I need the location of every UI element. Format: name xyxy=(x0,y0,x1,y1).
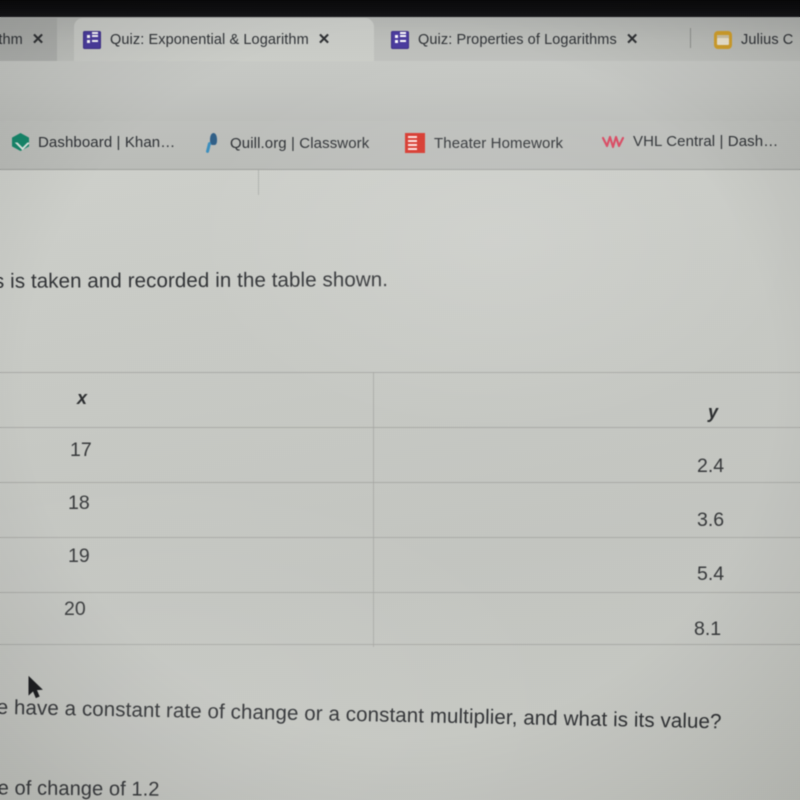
tab-close-icon[interactable]: ✕ xyxy=(626,32,639,47)
mouse-cursor xyxy=(28,675,44,700)
bookmark-label: Dashboard | Khan… xyxy=(38,133,176,151)
bookmark-label: Quill.org | Classwork xyxy=(230,134,370,152)
bookmark-quill-classwork[interactable]: Quill.org | Classwork xyxy=(205,133,369,153)
screen-photograph: ithm ✕ Quiz: Exponential & Logarithm ✕ Q… xyxy=(0,0,800,800)
table-gridline xyxy=(0,482,800,483)
vhl-icon xyxy=(601,134,625,150)
table-cell-x: 19 xyxy=(68,545,90,567)
question-prompt-text: s is taken and recorded in the table sho… xyxy=(0,268,389,293)
browser-window: ithm ✕ Quiz: Exponential & Logarithm ✕ Q… xyxy=(0,17,800,800)
tab-quiz-exponential-logarithm[interactable]: Quiz: Exponential & Logarithm ✕ xyxy=(74,18,374,61)
google-form-page: s is taken and recorded in the table sho… xyxy=(0,170,800,800)
tab-close-icon[interactable]: ✕ xyxy=(32,32,45,47)
table-gridline xyxy=(0,537,800,538)
form-card-edge xyxy=(258,170,259,195)
data-table: x y 17 18 19 20 2.4 3.6 5.4 8.1 xyxy=(0,372,800,647)
julius-icon xyxy=(714,30,732,49)
table-header-y: y xyxy=(708,402,719,422)
table-cell-x: 18 xyxy=(68,492,90,514)
tab-strip: ithm ✕ Quiz: Exponential & Logarithm ✕ Q… xyxy=(0,17,800,61)
google-forms-icon xyxy=(391,30,409,49)
table-cell-x: 17 xyxy=(70,439,92,461)
table-gridline xyxy=(0,372,800,373)
table-cell-y: 8.1 xyxy=(694,618,722,640)
question-text: le have a constant rate of change or a c… xyxy=(0,695,722,734)
table-cell-x: 20 xyxy=(64,598,86,620)
table-gridline xyxy=(0,592,800,593)
bookmark-label: VHL Central | Dash… xyxy=(633,133,779,150)
address-bar[interactable]: SfGsJWwWOJISPIva8OLXb9802-4MaOHyAf2MNHDV… xyxy=(0,61,800,164)
quill-icon xyxy=(205,133,221,153)
monitor-bezel xyxy=(0,0,800,17)
table-cell-y: 5.4 xyxy=(697,563,725,585)
table-cell-y: 2.4 xyxy=(697,455,725,477)
bookmark-label: Theater Homework xyxy=(434,134,564,152)
bookmark-vhl-central[interactable]: VHL Central | Dash… xyxy=(601,133,779,150)
tab-close-icon[interactable]: ✕ xyxy=(318,32,331,47)
bookmarks-bar: Dashboard | Khan… Quill.org | Classwork … xyxy=(0,121,800,170)
tab-julius[interactable]: Julius C xyxy=(705,18,800,61)
bookmark-theater-homework[interactable]: Theater Homework xyxy=(405,133,563,153)
table-column-divider xyxy=(373,372,374,647)
tab-quiz-properties-of-logarithms[interactable]: Quiz: Properties of Logarithms ✕ xyxy=(382,18,682,61)
table-header-x: x xyxy=(77,388,88,408)
answer-option-text[interactable]: te of change of 1.2 xyxy=(0,777,160,800)
tab-exponential-logarithm-partial[interactable]: ithm ✕ xyxy=(0,18,57,61)
table-cell-y: 3.6 xyxy=(697,509,725,531)
tab-title: Quiz: Properties of Logarithms xyxy=(418,31,617,48)
tab-title: Quiz: Exponential & Logarithm xyxy=(110,31,309,48)
khan-academy-icon xyxy=(12,133,29,151)
table-gridline xyxy=(0,427,800,428)
tab-divider xyxy=(690,28,691,48)
table-gridline xyxy=(0,644,800,645)
tab-title: Julius C xyxy=(741,31,794,48)
bookmark-dashboard-khan[interactable]: Dashboard | Khan… xyxy=(12,133,175,151)
tab-title: ithm xyxy=(0,31,23,48)
theater-icon xyxy=(405,133,425,153)
google-forms-icon xyxy=(83,30,101,49)
